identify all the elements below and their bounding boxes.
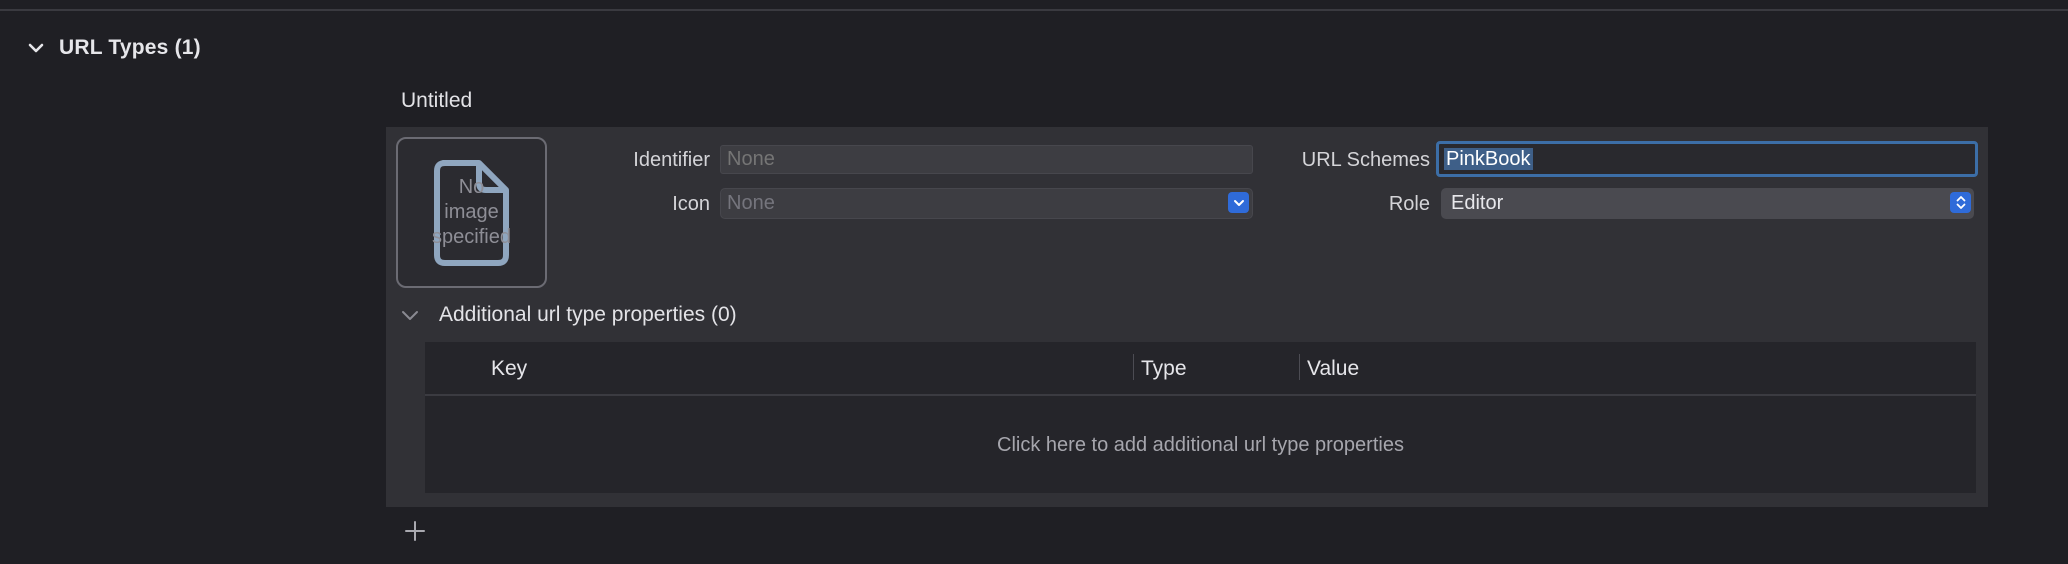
- column-header-type[interactable]: Type: [1141, 357, 1187, 381]
- url-types-section-header[interactable]: URL Types (1): [22, 32, 201, 64]
- add-url-type-button[interactable]: [402, 518, 428, 544]
- role-popup-value: Editor: [1451, 192, 1504, 214]
- role-label: Role: [1388, 193, 1430, 215]
- plus-icon: [405, 521, 425, 541]
- url-schemes-value: PinkBook: [1444, 148, 1533, 170]
- column-divider[interactable]: [1133, 354, 1134, 380]
- icon-label: Icon: [672, 193, 710, 215]
- role-popup[interactable]: Editor: [1441, 188, 1974, 219]
- image-well[interactable]: No image specified: [396, 137, 547, 288]
- table-header: Key Type Value: [425, 342, 1976, 396]
- icon-popup-value: None: [727, 192, 775, 214]
- section-title: URL Types (1): [59, 36, 201, 59]
- chevron-down-icon[interactable]: [22, 34, 50, 62]
- column-header-value[interactable]: Value: [1307, 357, 1359, 381]
- chevron-down-icon[interactable]: [401, 310, 419, 321]
- additional-properties-header[interactable]: Additional url type properties (0): [401, 300, 737, 330]
- up-down-arrows-icon: [1950, 192, 1971, 213]
- identifier-field[interactable]: [720, 145, 1253, 174]
- url-type-title: Untitled: [401, 89, 473, 112]
- identifier-label: Identifier: [633, 149, 710, 171]
- image-placeholder-text: No image specified: [432, 176, 511, 248]
- icon-popup[interactable]: None: [720, 188, 1253, 219]
- url-schemes-field[interactable]: PinkBook: [1436, 141, 1978, 177]
- additional-properties-table: Key Type Value Click here to add additio…: [425, 342, 1976, 493]
- additional-properties-title: Additional url type properties (0): [439, 303, 737, 326]
- chevron-down-icon: [1228, 192, 1249, 213]
- column-header-key[interactable]: Key: [491, 357, 527, 381]
- add-properties-prompt[interactable]: Click here to add additional url type pr…: [425, 434, 1976, 457]
- top-divider: [0, 9, 2068, 11]
- column-divider[interactable]: [1299, 354, 1300, 380]
- url-schemes-label: URL Schemes: [1301, 149, 1430, 171]
